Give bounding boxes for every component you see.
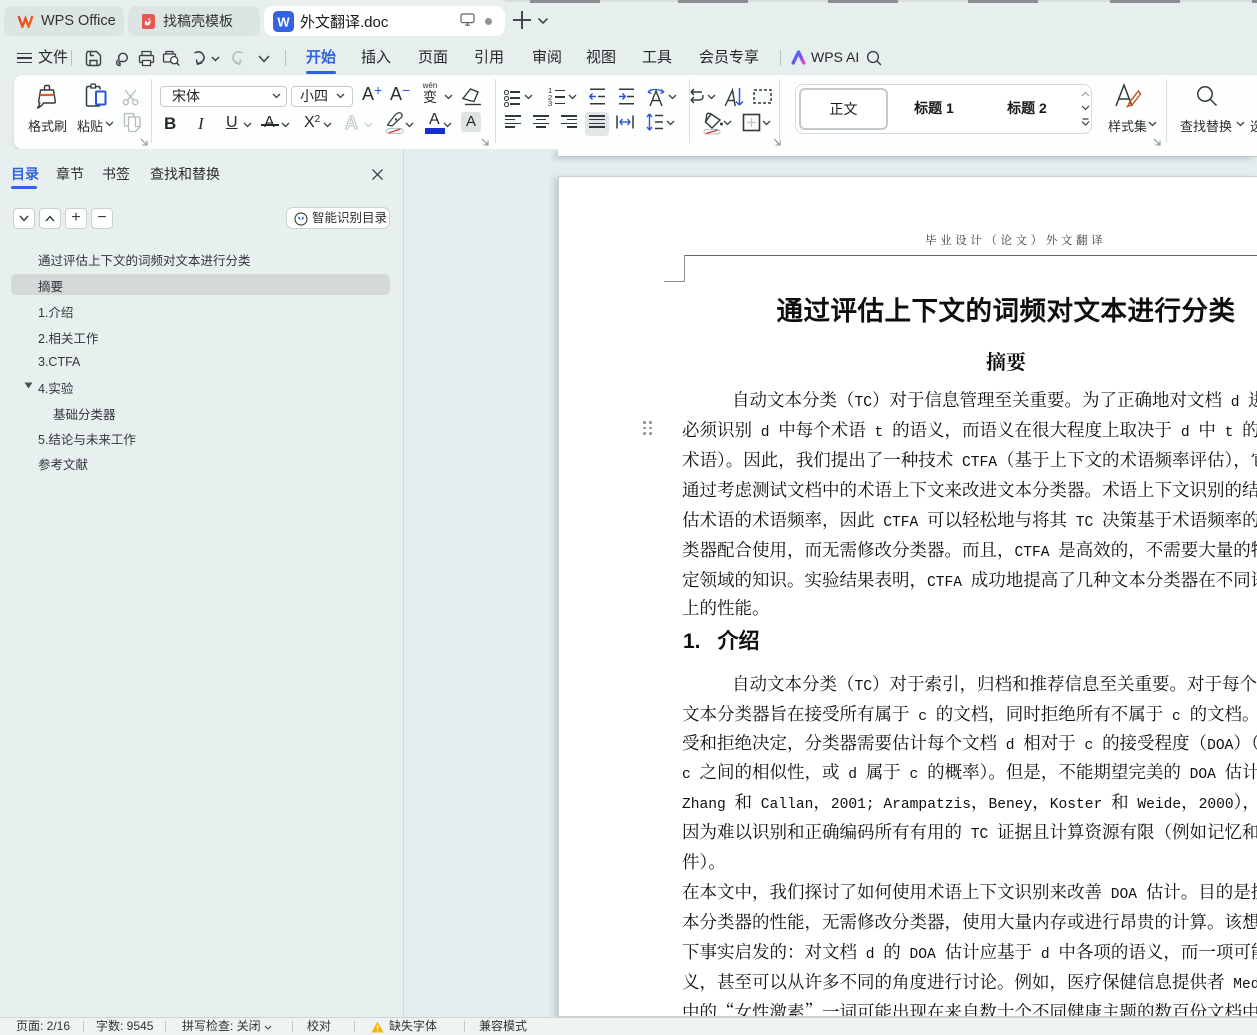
- svg-text:W: W: [277, 14, 290, 29]
